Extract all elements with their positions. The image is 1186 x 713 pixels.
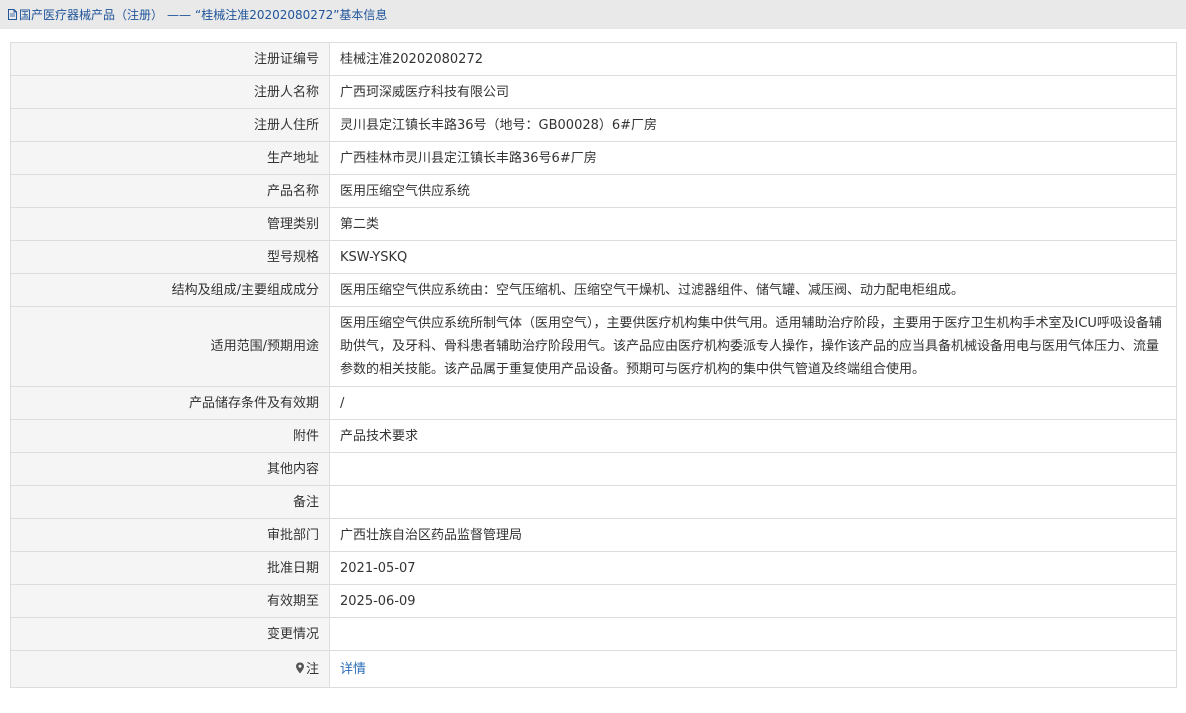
field-label: 审批部门	[10, 518, 330, 552]
breadcrumb-category-link[interactable]: 国产医疗器械产品（注册）	[19, 6, 163, 23]
field-label: 有效期至	[10, 584, 330, 618]
field-label: 结构及组成/主要组成成分	[10, 273, 330, 307]
document-icon	[8, 9, 17, 20]
field-value: 医用压缩空气供应系统	[329, 174, 1177, 208]
field-value: 医用压缩空气供应系统所制气体（医用空气），主要供医疗机构集中供气用。适用辅助治疗…	[329, 306, 1177, 387]
field-label: 型号规格	[10, 240, 330, 274]
field-label: 生产地址	[10, 141, 330, 175]
table-row: 型号规格 KSW-YSKQ	[10, 240, 1177, 274]
table-row: 备注	[10, 485, 1177, 519]
table-row: 审批部门 广西壮族自治区药品监督管理局	[10, 518, 1177, 552]
field-value: 第二类	[329, 207, 1177, 241]
table-row: 产品名称 医用压缩空气供应系统	[10, 174, 1177, 208]
field-value: 2025-06-09	[329, 584, 1177, 618]
field-value: 2021-05-07	[329, 551, 1177, 585]
table-row: 适用范围/预期用途 医用压缩空气供应系统所制气体（医用空气），主要供医疗机构集中…	[10, 306, 1177, 387]
breadcrumb: 国产医疗器械产品（注册） —— “桂械注准20202080272”基本信息	[0, 0, 1186, 29]
field-value: KSW-YSKQ	[329, 240, 1177, 274]
table-row: 有效期至 2025-06-09	[10, 584, 1177, 618]
info-table: 注册证编号 桂械注准20202080272 注册人名称 广西珂深威医疗科技有限公…	[10, 42, 1177, 688]
field-label: 变更情况	[10, 617, 330, 651]
field-value: 产品技术要求	[329, 419, 1177, 453]
field-label: 适用范围/预期用途	[10, 306, 330, 387]
table-row: 注册证编号 桂械注准20202080272	[10, 42, 1177, 76]
field-label: 注册人名称	[10, 75, 330, 109]
field-value: 广西壮族自治区药品监督管理局	[329, 518, 1177, 552]
table-row: 批准日期 2021-05-07	[10, 551, 1177, 585]
field-value: 灵川县定江镇长丰路36号（地号：GB00028）6#厂房	[329, 108, 1177, 142]
info-table-container: 注册证编号 桂械注准20202080272 注册人名称 广西珂深威医疗科技有限公…	[10, 42, 1177, 688]
breadcrumb-title: “桂械注准20202080272”基本信息	[195, 8, 388, 22]
field-label: 产品名称	[10, 174, 330, 208]
table-row: 其他内容	[10, 452, 1177, 486]
table-row: 生产地址 广西桂林市灵川县定江镇长丰路36号6#厂房	[10, 141, 1177, 175]
field-value: /	[329, 386, 1177, 420]
table-row: 注册人住所 灵川县定江镇长丰路36号（地号：GB00028）6#厂房	[10, 108, 1177, 142]
field-label: 批准日期	[10, 551, 330, 585]
breadcrumb-separator: ——	[167, 7, 192, 22]
field-label: 注册证编号	[10, 42, 330, 76]
field-value: 广西珂深威医疗科技有限公司	[329, 75, 1177, 109]
field-value: 医用压缩空气供应系统由：空气压缩机、压缩空气干燥机、过滤器组件、储气罐、减压阀、…	[329, 273, 1177, 307]
note-label-cell: 注	[10, 650, 330, 688]
table-row: 管理类别 第二类	[10, 207, 1177, 241]
note-label: 注	[305, 661, 319, 677]
table-row: 变更情况	[10, 617, 1177, 651]
field-value	[329, 452, 1177, 486]
note-value-cell: 详情	[329, 650, 1177, 688]
field-label: 产品储存条件及有效期	[10, 386, 330, 420]
table-row: 产品储存条件及有效期 /	[10, 386, 1177, 420]
field-label: 其他内容	[10, 452, 330, 486]
field-value: 桂械注准20202080272	[329, 42, 1177, 76]
field-value	[329, 617, 1177, 651]
field-label: 注册人住所	[10, 108, 330, 142]
details-link[interactable]: 详情	[340, 662, 366, 677]
map-pin-icon	[295, 659, 305, 673]
field-label: 附件	[10, 419, 330, 453]
table-row: 结构及组成/主要组成成分 医用压缩空气供应系统由：空气压缩机、压缩空气干燥机、过…	[10, 273, 1177, 307]
field-label: 备注	[10, 485, 330, 519]
field-value	[329, 485, 1177, 519]
note-row: 注 详情	[10, 650, 1177, 688]
field-value: 广西桂林市灵川县定江镇长丰路36号6#厂房	[329, 141, 1177, 175]
field-label: 管理类别	[10, 207, 330, 241]
table-row: 附件 产品技术要求	[10, 419, 1177, 453]
table-row: 注册人名称 广西珂深威医疗科技有限公司	[10, 75, 1177, 109]
